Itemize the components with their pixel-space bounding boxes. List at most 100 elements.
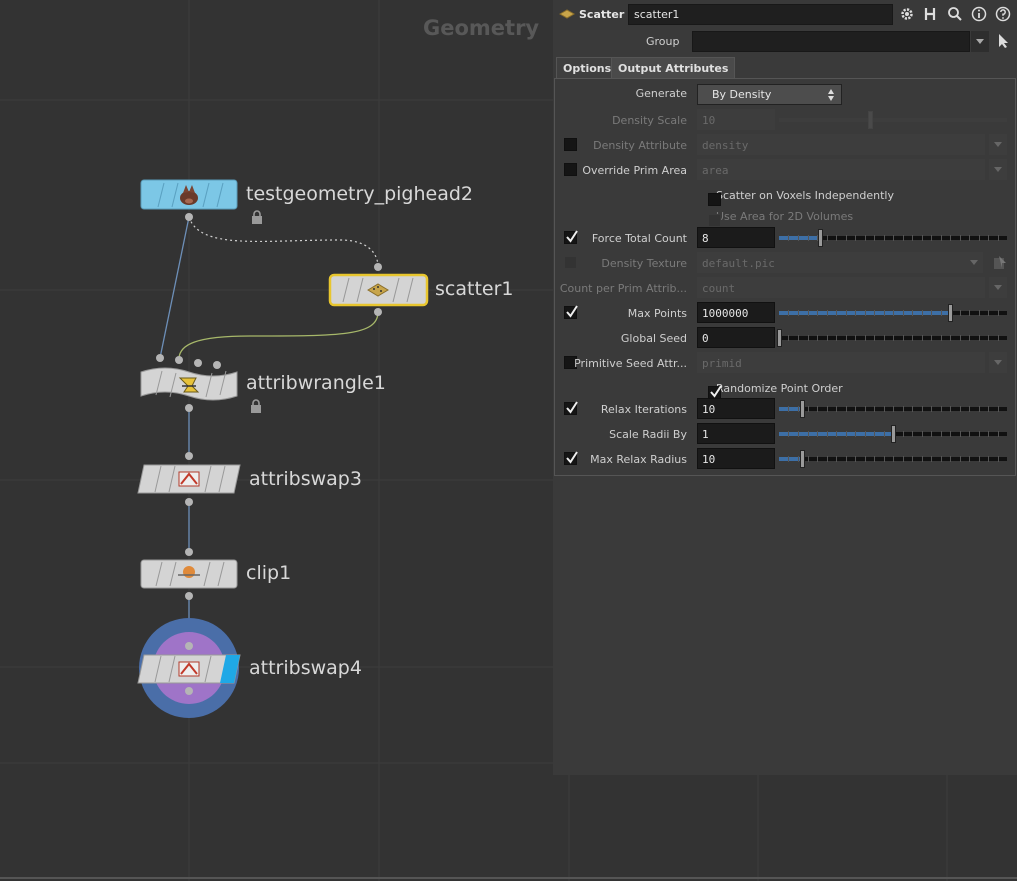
- count-per-prim-field[interactable]: count: [697, 277, 985, 298]
- max-relax-radius-slider[interactable]: [779, 450, 1007, 468]
- gear-icon[interactable]: [899, 6, 915, 22]
- force-total-count-checkbox[interactable]: [564, 230, 578, 244]
- density-scale-slider[interactable]: [779, 111, 1007, 129]
- slider-tick: [997, 310, 999, 316]
- max-relax-radius-checkbox[interactable]: [564, 451, 578, 465]
- slider-tick: [816, 406, 818, 412]
- help-h-icon[interactable]: [923, 6, 939, 22]
- count-per-prim-dropdown[interactable]: [989, 277, 1007, 298]
- density-texture-field[interactable]: default.pic: [697, 252, 965, 273]
- density-attribute-checkbox[interactable]: [564, 138, 577, 151]
- network-context-label: Geometry: [423, 16, 540, 40]
- slider-tick: [930, 335, 932, 341]
- slider-tick: [959, 310, 961, 316]
- help-icon[interactable]: [995, 6, 1011, 22]
- global-seed-field[interactable]: 0: [697, 327, 775, 348]
- node-attribswap4[interactable]: [137, 618, 241, 718]
- node-label[interactable]: testgeometry_pighead2: [246, 183, 473, 205]
- param-label: Primitive Seed Attr...: [574, 357, 687, 370]
- search-icon[interactable]: [947, 6, 963, 22]
- tab-output-attributes[interactable]: Output Attributes: [611, 57, 736, 78]
- slider-tick: [864, 235, 866, 241]
- scale-radii-slider[interactable]: [779, 425, 1007, 443]
- slider-tick: [988, 310, 989, 316]
- slider-tick: [997, 456, 999, 462]
- node-label[interactable]: attribwrangle1: [246, 372, 386, 394]
- wire-pighead-scatter: [188, 216, 379, 268]
- force-total-count-slider[interactable]: [779, 229, 1007, 247]
- max-relax-radius-field[interactable]: 10: [697, 448, 775, 469]
- node-clip1[interactable]: [140, 548, 238, 600]
- slider-tick: [978, 456, 980, 462]
- slider-tick: [893, 406, 894, 412]
- slider-tick: [883, 335, 885, 341]
- global-seed-slider[interactable]: [777, 329, 1007, 347]
- info-icon[interactable]: [971, 6, 987, 22]
- max-points-checkbox[interactable]: [564, 305, 578, 319]
- slider-tick: [997, 335, 999, 341]
- select-arrow-icon[interactable]: [996, 33, 1010, 49]
- param-label: Density Texture: [601, 257, 687, 270]
- override-prim-area-dropdown[interactable]: [989, 159, 1007, 180]
- file-chooser-icon[interactable]: [993, 255, 1007, 271]
- prim-seed-attr-field[interactable]: primid: [697, 352, 985, 373]
- use-area-2d-checkbox[interactable]: [708, 213, 721, 227]
- param-generate: Generate By Density: [553, 82, 1017, 105]
- group-dropdown[interactable]: [971, 31, 989, 52]
- slider-tick: [874, 310, 875, 316]
- force-total-count-field[interactable]: 8: [697, 227, 775, 248]
- slider-tick: [997, 406, 999, 412]
- slider-tick: [845, 431, 847, 437]
- density-attribute-dropdown[interactable]: [989, 134, 1007, 155]
- node-label[interactable]: attribswap3: [249, 468, 362, 490]
- slider-tick: [912, 335, 913, 341]
- density-texture-checkbox[interactable]: [564, 256, 577, 269]
- slider-tick: [912, 310, 913, 316]
- node-scatter1[interactable]: [328, 263, 429, 316]
- node-label[interactable]: clip1: [246, 562, 291, 584]
- node-name-field[interactable]: [628, 4, 893, 25]
- tab-options[interactable]: Options: [556, 57, 619, 78]
- chevron-down-icon: [994, 167, 1002, 172]
- slider-tick: [978, 310, 980, 316]
- wire-scatter-attribwrangle: [178, 311, 379, 359]
- scatter-voxels-checkbox[interactable]: [708, 192, 721, 206]
- max-points-field[interactable]: 1000000: [697, 302, 775, 323]
- relax-iterations-slider[interactable]: [779, 400, 1007, 418]
- slider-tick: [902, 431, 904, 437]
- slider-tick: [950, 431, 951, 437]
- prim-seed-attr-dropdown[interactable]: [989, 352, 1007, 373]
- param-prim-seed-attr: Primitive Seed Attr... primid: [553, 352, 1017, 374]
- slider-tick: [997, 431, 999, 437]
- scale-radii-field[interactable]: 1: [697, 423, 775, 444]
- slider-tick: [902, 310, 904, 316]
- slider-tick: [940, 335, 942, 341]
- override-prim-area-checkbox[interactable]: [564, 163, 577, 176]
- param-scale-radii: Scale Radii By 1: [553, 423, 1017, 445]
- density-scale-field[interactable]: 10: [697, 109, 775, 130]
- node-label[interactable]: scatter1: [435, 278, 513, 300]
- slider-tick: [845, 235, 847, 241]
- density-texture-dropdown[interactable]: [965, 252, 983, 273]
- slider-tick: [874, 456, 875, 462]
- max-points-slider[interactable]: [779, 304, 1007, 322]
- chevron-down-icon: [976, 39, 984, 44]
- relax-iterations-checkbox[interactable]: [564, 401, 578, 415]
- scatter-icon: [559, 9, 575, 19]
- slider-tick: [836, 431, 837, 437]
- parameter-header: Scatter: [553, 0, 1017, 30]
- slider-tick: [959, 406, 961, 412]
- group-field[interactable]: [692, 31, 970, 52]
- slider-tick: [797, 431, 799, 437]
- override-prim-area-field[interactable]: area: [697, 159, 985, 180]
- node-label[interactable]: attribswap4: [249, 657, 362, 679]
- generate-menu[interactable]: By Density: [697, 84, 842, 105]
- slider-tick: [845, 406, 847, 412]
- node-testgeometry-pighead2[interactable]: [140, 179, 238, 221]
- relax-iterations-field[interactable]: 10: [697, 398, 775, 419]
- slider-tick: [893, 456, 894, 462]
- slider-tick: [959, 431, 961, 437]
- density-attribute-field[interactable]: density: [697, 134, 985, 155]
- randomize-order-checkbox[interactable]: [708, 384, 722, 399]
- slider-tick: [788, 235, 790, 241]
